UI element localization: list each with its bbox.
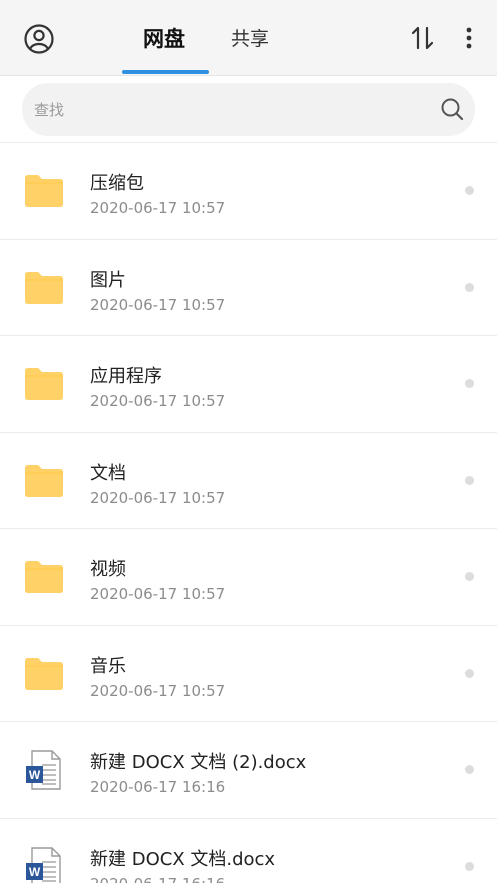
sort-icon[interactable] (409, 24, 437, 52)
list-item[interactable]: 音乐 2020-06-17 10:57 (0, 626, 497, 722)
tab-netdisk[interactable]: 网盘 (143, 24, 185, 54)
select-indicator[interactable] (465, 572, 474, 581)
word-doc-icon: W (26, 750, 61, 790)
folder-icon (25, 175, 63, 207)
active-tab-indicator (122, 70, 209, 74)
folder-icon (25, 657, 63, 690)
select-indicator[interactable] (465, 765, 474, 774)
file-date: 2020-06-17 16:16 (90, 875, 225, 883)
folder-icon (25, 561, 63, 593)
account-icon[interactable] (22, 22, 56, 56)
file-date: 2020-06-17 10:57 (90, 488, 226, 507)
tab-share[interactable]: 共享 (231, 24, 269, 54)
file-date: 2020-06-17 10:57 (90, 585, 226, 603)
list-item[interactable]: 应用程序 2020-06-17 10:57 (0, 336, 497, 433)
folder-icon (25, 368, 63, 400)
list-item[interactable]: 视频 2020-06-17 10:57 (0, 529, 497, 626)
file-date: 2020-06-17 10:57 (90, 199, 226, 217)
file-name: 图片 (90, 269, 126, 291)
file-name: 视频 (90, 559, 126, 580)
file-name: 文档 (90, 462, 126, 484)
file-date: 2020-06-17 16:16 (90, 778, 226, 796)
list-item[interactable]: 图片 2020-06-17 10:57 (0, 240, 497, 336)
search-icon[interactable] (440, 97, 464, 121)
file-list: 压缩包 2020-06-17 10:57 图片 2020-06-17 10:57… (0, 142, 497, 883)
select-indicator[interactable] (465, 282, 474, 292)
file-name: 应用程序 (90, 366, 162, 387)
word-icon-letter: W (29, 865, 41, 879)
select-indicator[interactable] (465, 475, 474, 485)
list-item[interactable]: W 新建 DOCX 文档 (2).docx 2020-06-17 16:16 (0, 722, 497, 819)
more-options-icon[interactable] (458, 24, 480, 52)
word-doc-icon: W (26, 846, 61, 883)
folder-icon (25, 271, 63, 304)
app-screen: 网盘 共享 压缩包 2020-06-17 10:57 (0, 0, 497, 883)
select-indicator[interactable] (465, 861, 474, 871)
file-date: 2020-06-17 10:57 (90, 681, 226, 700)
list-item[interactable]: 文档 2020-06-17 10:57 (0, 433, 497, 529)
file-date: 2020-06-17 10:57 (90, 295, 226, 314)
list-item[interactable]: 压缩包 2020-06-17 10:57 (0, 143, 497, 240)
select-indicator[interactable] (465, 186, 474, 195)
list-item[interactable]: W 新建 DOCX 文档.docx 2020-06-17 16:16 (0, 819, 497, 883)
select-indicator[interactable] (465, 668, 474, 678)
search-bar[interactable] (22, 83, 475, 136)
select-indicator[interactable] (465, 379, 474, 388)
file-date: 2020-06-17 10:57 (90, 392, 226, 410)
file-name: 新建 DOCX 文档.docx (90, 848, 276, 870)
top-bar: 网盘 共享 (0, 0, 497, 76)
folder-icon (25, 464, 63, 497)
file-name: 压缩包 (90, 173, 144, 194)
search-input[interactable] (34, 99, 414, 121)
word-icon-letter: W (29, 768, 41, 782)
file-name: 新建 DOCX 文档 (2).docx (90, 752, 307, 773)
file-name: 音乐 (90, 655, 126, 677)
